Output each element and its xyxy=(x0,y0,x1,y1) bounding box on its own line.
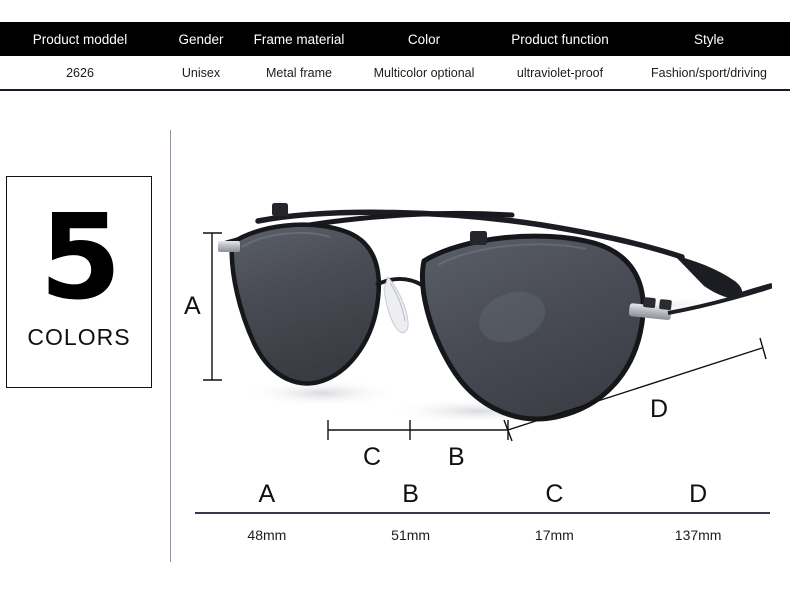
dimension-label-b: B xyxy=(448,443,465,471)
colors-badge: 5 COLORS xyxy=(6,176,152,388)
left-vertical-guide-line xyxy=(170,130,171,562)
dimension-label-c: C xyxy=(363,443,382,471)
legend-letter-d: D xyxy=(689,480,708,508)
spec-header-frame-material: Frame material xyxy=(253,31,345,47)
spec-table-header-row: Product moddel Gender Frame material Col… xyxy=(0,22,790,58)
colors-count: 5 xyxy=(39,188,121,327)
dimension-label-d: D xyxy=(650,395,669,423)
spec-value-product-function: ultraviolet-proof xyxy=(516,65,604,80)
measurement-legend: A B C D 48mm 51mm 17mm 137mm xyxy=(195,480,770,550)
spec-value-color: Multicolor optional xyxy=(373,65,475,80)
legend-letter-b: B xyxy=(402,480,419,508)
legend-value-b: 51mm xyxy=(391,526,431,543)
spec-value-style: Fashion/sport/driving xyxy=(650,65,768,80)
legend-letter-row: A B C D xyxy=(195,480,770,512)
legend-value-d: 137mm xyxy=(674,526,722,543)
colors-label: COLORS xyxy=(27,323,131,350)
legend-value-a: 48mm xyxy=(247,526,287,543)
spec-header-style: Style xyxy=(693,31,724,47)
legend-value-c: 17mm xyxy=(534,526,574,543)
legend-divider-rule xyxy=(195,512,770,514)
spec-header-gender: Gender xyxy=(178,31,224,47)
spec-header-product-model: Product moddel xyxy=(32,31,128,47)
legend-letter-c: C xyxy=(545,480,564,508)
spec-header-color: Color xyxy=(407,31,441,47)
legend-letter-a: A xyxy=(258,480,276,508)
spec-header-product-function: Product function xyxy=(511,31,609,47)
spec-value-frame-material: Metal frame xyxy=(266,65,332,80)
spec-value-gender: Unisex xyxy=(181,65,221,80)
spec-table-data-row: 2626 Unisex Metal frame Multicolor optio… xyxy=(0,56,790,89)
dimension-label-a: A xyxy=(184,292,201,320)
spec-table-bottom-rule xyxy=(0,89,790,91)
legend-value-row: 48mm 51mm 17mm 137mm xyxy=(195,520,770,550)
sunglasses-photo xyxy=(212,185,772,430)
spec-value-product-model: 2626 xyxy=(66,65,94,80)
